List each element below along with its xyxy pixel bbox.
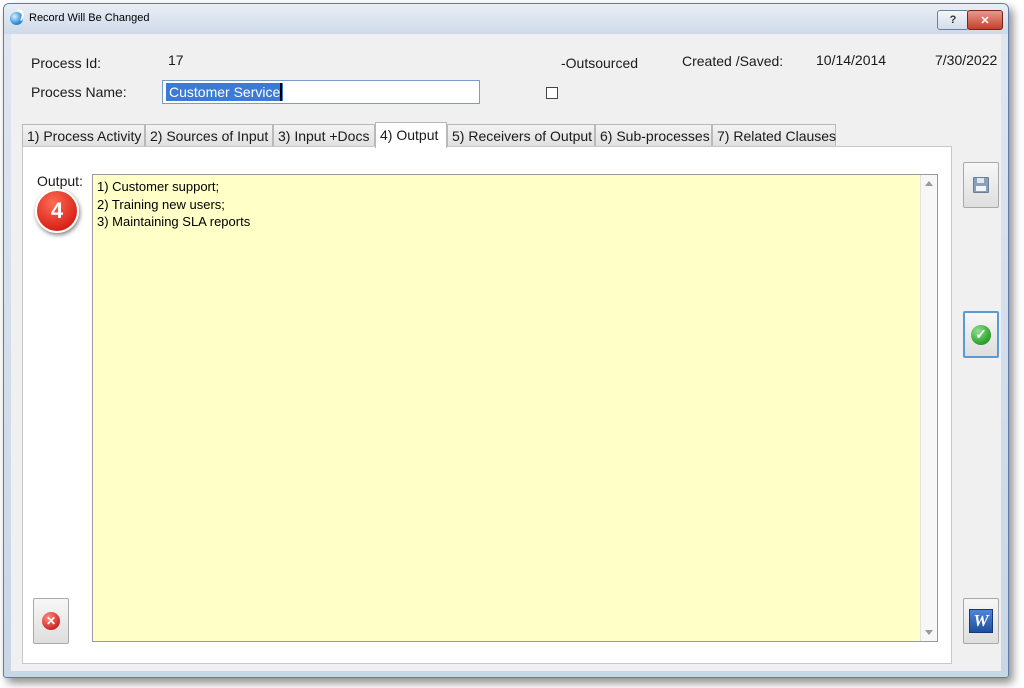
output-textarea[interactable]: 1) Customer support; 2) Training new use… [92, 174, 938, 642]
cancel-button[interactable]: ✕ [33, 598, 69, 644]
output-text: 1) Customer support; 2) Training new use… [97, 178, 250, 231]
tab-process-activity[interactable]: 1) Process Activity [22, 124, 145, 146]
process-id-value: 17 [168, 52, 184, 68]
text-caret [280, 83, 282, 101]
output-line: 3) Maintaining SLA reports [97, 214, 251, 229]
tab-input-docs[interactable]: 3) Input +Docs [273, 124, 375, 146]
tab-receivers-of-output[interactable]: 5) Receivers of Output [447, 124, 595, 146]
floppy-disk-icon [973, 177, 989, 193]
red-x-icon: ✕ [42, 612, 60, 630]
output-tab-panel: Output: 4 1) Customer support; 2) Traini… [22, 146, 952, 664]
tab-related-clauses[interactable]: 7) Related Clauses [712, 124, 836, 146]
word-document-icon: W [969, 609, 993, 633]
green-check-icon: ✓ [971, 324, 991, 345]
process-name-input[interactable]: Customer Service [162, 80, 480, 104]
process-name-label: Process Name: [31, 84, 127, 100]
output-line: 2) Training new users; [97, 196, 225, 212]
title-bar[interactable]: Record Will Be Changed ? ✕ [4, 4, 1008, 34]
dialog-client-area: Process Id: 17 -Outsourced Created /Save… [11, 34, 1001, 671]
output-line: 1) Customer support; [97, 179, 220, 194]
created-saved-label: Created /Saved: [682, 53, 784, 69]
confirm-button[interactable]: ✓ [963, 311, 999, 358]
save-button[interactable] [963, 162, 999, 208]
tab-sources-of-input[interactable]: 2) Sources of Input [145, 124, 273, 146]
created-date: 10/14/2014 [816, 52, 887, 68]
scroll-down-arrow-icon[interactable] [925, 630, 933, 635]
scroll-up-arrow-icon[interactable] [925, 181, 933, 186]
close-window-button[interactable]: ✕ [967, 10, 1003, 30]
process-id-label: Process Id: [31, 55, 102, 71]
outsourced-label: -Outsourced [561, 55, 639, 71]
saved-date: 7/30/2022 [935, 52, 998, 68]
vertical-scrollbar[interactable] [920, 175, 937, 641]
tab-sub-processes[interactable]: 6) Sub-processes [595, 124, 712, 146]
step-badge: 4 [35, 189, 79, 233]
output-label: Output: [37, 173, 83, 189]
app-icon [10, 12, 23, 25]
outsourced-checkbox[interactable] [546, 87, 558, 99]
dialog-window: Record Will Be Changed ? ✕ Process Id: 1… [3, 3, 1009, 678]
tab-output[interactable]: 4) Output [375, 122, 447, 148]
window-title: Record Will Be Changed [29, 12, 150, 24]
help-button[interactable]: ? [937, 10, 969, 30]
export-word-button[interactable]: W [963, 598, 999, 644]
process-name-selected-text: Customer Service [166, 83, 284, 101]
